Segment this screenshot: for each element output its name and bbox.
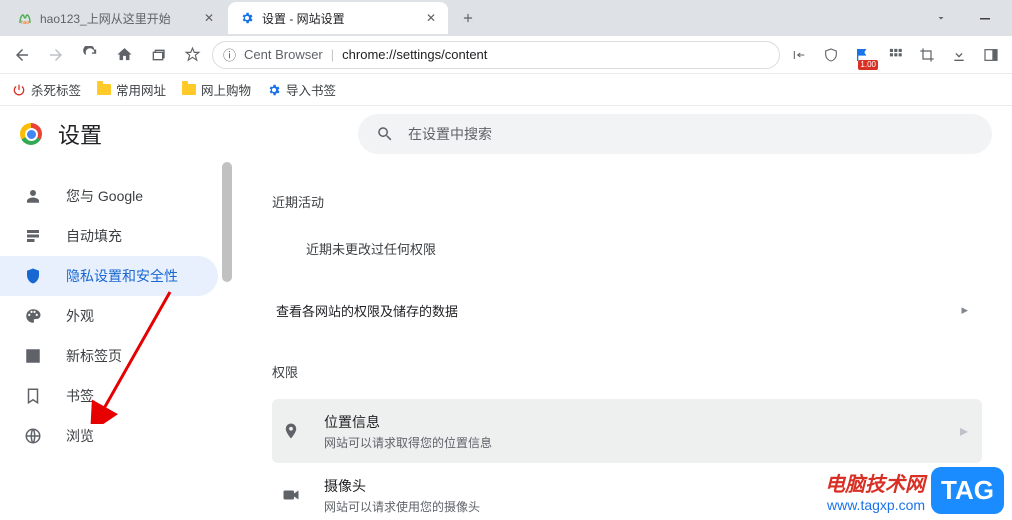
permissions-heading: 权限 xyxy=(272,362,982,381)
bookmarks-bar: 杀死标签 常用网址 网上购物 导入书签 xyxy=(0,74,1012,106)
chevron-right-icon: ▸ xyxy=(961,302,968,318)
tab-hao123[interactable]: hao hao123_上网从这里开始 ✕ xyxy=(6,2,226,34)
forward-button[interactable] xyxy=(42,41,70,69)
search-placeholder: 在设置中搜索 xyxy=(408,124,492,144)
omnibox[interactable]: ⓘ Cent Browser | chrome://settings/conte… xyxy=(212,41,780,69)
camera-icon xyxy=(280,488,302,502)
chevron-down-icon[interactable] xyxy=(924,4,958,32)
download-icon[interactable] xyxy=(946,42,972,68)
folder-icon xyxy=(97,84,111,95)
tab-title: hao123_上网从这里开始 xyxy=(40,10,171,27)
autofill-icon xyxy=(24,227,44,245)
settings-page: 设置 在设置中搜索 您与 Google 自动填充 隐私设置和安全性 外观 新标签… xyxy=(0,106,1012,520)
omnibox-host: Cent Browser xyxy=(244,47,323,62)
close-icon[interactable]: ✕ xyxy=(204,11,214,25)
tab-settings[interactable]: 设置 - 网站设置 ✕ xyxy=(228,2,448,34)
chevron-right-icon: ▸ xyxy=(960,421,968,441)
plus-box-icon xyxy=(24,347,44,365)
omnibox-divider: | xyxy=(331,47,334,62)
browser-toolbar: ⓘ Cent Browser | chrome://settings/conte… xyxy=(0,36,1012,74)
bookmark-kill-tab[interactable]: 杀死标签 xyxy=(12,80,81,99)
nav-bookmarks[interactable]: 书签 xyxy=(0,376,218,416)
recent-heading: 近期活动 xyxy=(272,192,982,211)
minimize-button[interactable] xyxy=(968,4,1002,32)
permission-location[interactable]: 位置信息网站可以请求取得您的位置信息 ▸ xyxy=(272,399,982,463)
gear-icon xyxy=(267,83,281,97)
bookmark-common[interactable]: 常用网址 xyxy=(97,80,166,99)
settings-header: 设置 在设置中搜索 xyxy=(0,106,1012,162)
shield-icon xyxy=(24,267,44,285)
svg-text:hao: hao xyxy=(21,20,30,25)
back-button[interactable] xyxy=(8,41,36,69)
crop-icon[interactable] xyxy=(914,42,940,68)
settings-sidebar: 您与 Google 自动填充 隐私设置和安全性 外观 新标签页 书签 浏览 xyxy=(0,162,232,520)
restore-button[interactable] xyxy=(144,41,172,69)
nav-autofill[interactable]: 自动填充 xyxy=(0,216,218,256)
location-icon xyxy=(280,422,302,440)
nav-newtab[interactable]: 新标签页 xyxy=(0,336,218,376)
scrollbar-thumb[interactable] xyxy=(222,162,232,282)
reload-button[interactable] xyxy=(76,41,104,69)
power-icon xyxy=(12,83,26,97)
all-sites-row[interactable]: 查看各网站的权限及储存的数据 ▸ xyxy=(272,282,982,338)
info-icon: ⓘ xyxy=(223,45,236,64)
bookmark-import[interactable]: 导入书签 xyxy=(267,80,336,99)
bookmark-shopping[interactable]: 网上购物 xyxy=(182,80,251,99)
nav-browsing[interactable]: 浏览 xyxy=(0,416,218,456)
tag-badge: TAG xyxy=(931,467,1004,514)
hao123-favicon: hao xyxy=(18,11,32,25)
search-icon xyxy=(376,125,394,143)
sidepanel-icon[interactable] xyxy=(978,42,1004,68)
watermark: 电脑技术网 www.tagxp.com TAG xyxy=(825,467,1004,514)
bookmark-icon xyxy=(24,387,44,405)
share-icon[interactable] xyxy=(786,42,812,68)
nav-appearance[interactable]: 外观 xyxy=(0,296,218,336)
folder-icon xyxy=(182,84,196,95)
nav-you-and-google[interactable]: 您与 Google xyxy=(0,176,218,216)
person-icon xyxy=(24,187,44,205)
chrome-logo-icon xyxy=(20,123,42,145)
shield-icon[interactable] xyxy=(818,42,844,68)
star-button[interactable] xyxy=(178,41,206,69)
home-button[interactable] xyxy=(110,41,138,69)
window-controls xyxy=(924,4,1012,32)
tab-strip: hao hao123_上网从这里开始 ✕ 设置 - 网站设置 ✕ xyxy=(0,0,1012,36)
apps-icon[interactable] xyxy=(882,42,908,68)
omnibox-url: chrome://settings/content xyxy=(342,47,487,62)
palette-icon xyxy=(24,307,44,325)
settings-search[interactable]: 在设置中搜索 xyxy=(358,114,992,154)
gear-icon xyxy=(240,11,254,25)
page-title: 设置 xyxy=(58,118,102,150)
recent-empty: 近期未更改过任何权限 xyxy=(272,229,982,282)
nav-privacy[interactable]: 隐私设置和安全性 xyxy=(0,256,218,296)
globe-icon xyxy=(24,427,44,445)
download-flag-icon[interactable]: 1.00 xyxy=(850,42,876,68)
tab-title: 设置 - 网站设置 xyxy=(262,10,345,27)
badge: 1.00 xyxy=(858,60,878,70)
new-tab-button[interactable] xyxy=(454,4,482,32)
close-icon[interactable]: ✕ xyxy=(426,11,436,25)
